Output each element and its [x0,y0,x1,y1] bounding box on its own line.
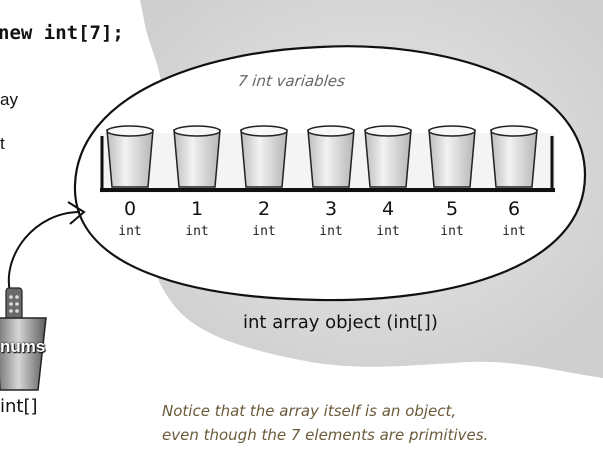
int-cup [307,129,355,188]
element-index: 4 [381,198,395,220]
reference-arrow [7,211,81,293]
element-type: int [185,224,209,239]
int-cup-rim [307,125,355,137]
element-type: int [252,224,276,239]
int-cup-rim [106,125,154,137]
int-cup [490,129,538,188]
int-cup [428,129,476,188]
element-index: 2 [257,198,271,220]
element-type: int [502,224,526,239]
int-cup-rim [364,125,412,137]
int-cup-rim [173,125,221,137]
int-cup [364,129,412,188]
code-statement: new int[7]; [0,22,124,44]
element-type: int [376,224,400,239]
element-type: int [319,224,343,239]
reference-name: nums [0,337,46,356]
int-cup-rim [490,125,538,137]
element-type: int [118,224,142,239]
element-index: 6 [507,198,521,220]
int-cup-rim [428,125,476,137]
int-cup [106,129,154,188]
element-index: 5 [445,198,459,220]
reference-type: int[] [0,396,38,417]
variables-caption: 7 int variables [237,72,346,90]
cut-text-fragment: t [0,134,5,153]
note-line: even though the 7 elements are primitive… [162,426,489,444]
note-line: Notice that the array itself is an objec… [162,402,457,420]
element-index: 0 [123,198,137,220]
int-cup [173,129,221,188]
int-cup-rim [240,125,288,137]
element-index: 3 [324,198,338,220]
element-index: 1 [190,198,204,220]
int-cup [240,129,288,188]
element-type: int [440,224,464,239]
cut-text-fragment: ay [0,90,18,109]
object-label: int array object (int[]) [243,312,438,333]
